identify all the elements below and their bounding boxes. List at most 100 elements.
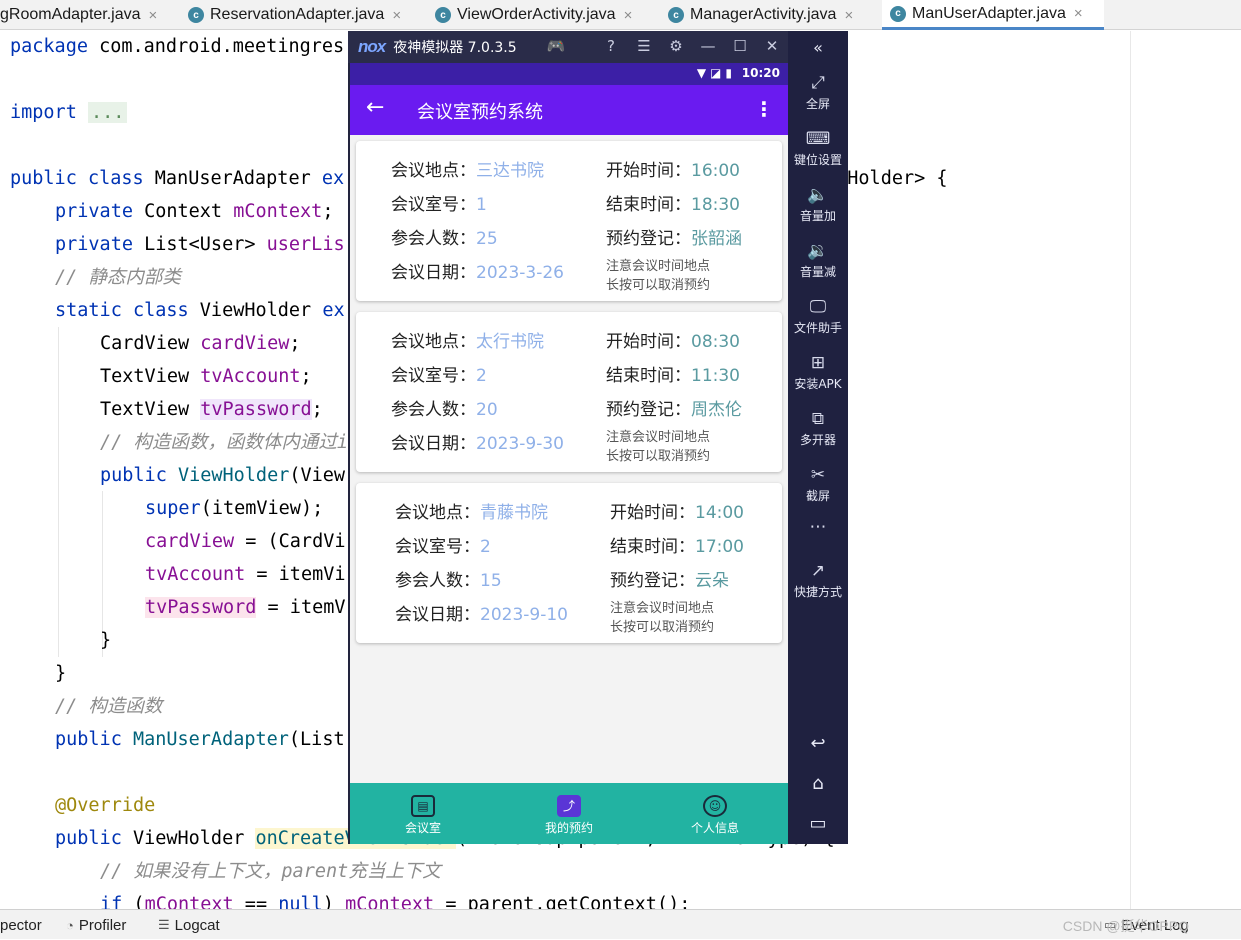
- close-icon[interactable]: ×: [844, 7, 853, 24]
- room-value: 2: [476, 366, 487, 386]
- sidebar-item-shortcut[interactable]: ↗ 快捷方式: [788, 561, 848, 600]
- code-line: import ...: [10, 97, 128, 129]
- java-class-icon: c: [435, 7, 451, 23]
- help-icon[interactable]: ?: [601, 37, 621, 55]
- minimize-icon[interactable]: —: [698, 37, 718, 55]
- sidebar-item-volume-up[interactable]: 🔈 音量加: [788, 185, 848, 224]
- card-note: 注意会议时间地点 长按可以取消预约: [606, 259, 711, 293]
- end-row: 结束时间：18:30: [606, 195, 740, 215]
- volume-up-icon: 🔈: [807, 185, 829, 205]
- collapse-toolbar-button[interactable]: «: [788, 38, 848, 57]
- phone-screen: ▼◪▮ 10:20 ← 会议室预约系统 ⋮ 会议地点：三达书院 会议室号：1 参…: [350, 63, 788, 844]
- android-back-button[interactable]: ↩: [788, 733, 848, 754]
- android-home-button[interactable]: ⌂: [788, 773, 848, 794]
- sidebar-item-volume-down[interactable]: 🔉 音量减: [788, 241, 848, 280]
- tool-window-bar: pector ◔ Profiler ☰ Logcat ▭ Event Log CSDN…: [0, 909, 1241, 939]
- code-line: public ManUserAdapter(List: [55, 729, 345, 750]
- code-line: super(itemView);: [145, 498, 324, 519]
- sidebar-item-fullscreen[interactable]: ⤢ 全屏: [788, 73, 848, 112]
- nav-item-profile[interactable]: ☺ 个人信息: [660, 783, 770, 844]
- sidebar-item-more[interactable]: ⋯: [788, 517, 848, 539]
- tab-vieworderactivity[interactable]: c ViewOrderActivity.java ×: [435, 0, 660, 30]
- location-value: 青藤书院: [480, 503, 548, 523]
- trend-chart-icon: ⤴: [557, 795, 581, 817]
- sidebar-item-install-apk[interactable]: ⊞ 安装APK: [788, 353, 848, 392]
- room-row: 会议室号：2: [391, 366, 487, 386]
- code-line: package com.android.meetingres: [10, 36, 345, 57]
- tab-label: ViewOrderActivity.java: [457, 6, 616, 23]
- close-icon[interactable]: ×: [392, 7, 401, 24]
- code-line: }: [55, 663, 67, 684]
- close-icon[interactable]: ×: [624, 7, 633, 24]
- reservation-card[interactable]: 会议地点：青藤书院 会议室号：2 参会人数：15 会议日期：2023-9-10 …: [356, 483, 782, 643]
- close-icon[interactable]: ×: [1074, 5, 1083, 22]
- close-icon[interactable]: ✕: [762, 37, 782, 55]
- emulator-title-bar[interactable]: nox 夜神模拟器 7.0.3.5 🎮 ? ☰ ⚙ — ☐ ✕: [348, 31, 788, 63]
- status-icons: ▼◪▮: [696, 66, 736, 80]
- tab-label: gRoomAdapter.java: [0, 6, 141, 23]
- code-line: tvPassword = itemV: [145, 597, 346, 618]
- android-status-bar: ▼◪▮ 10:20: [350, 63, 788, 85]
- sidebar-item-screenshot[interactable]: ✂ 截屏: [788, 465, 848, 504]
- menu-icon[interactable]: ☰: [634, 37, 654, 55]
- date-row: 会议日期：2023-9-10: [395, 605, 568, 625]
- android-recent-button[interactable]: ▭: [788, 813, 848, 834]
- tab-label: ManUserAdapter.java: [912, 4, 1066, 22]
- sidebar-item-multi-instance[interactable]: ⧉ 多开器: [788, 409, 848, 448]
- app-bar: ← 会议室预约系统 ⋮: [350, 85, 788, 135]
- profiler-icon: ◔: [66, 917, 74, 933]
- monitor-icon: 🖵: [809, 297, 827, 317]
- logcat-tool-button[interactable]: ☰ Logcat: [158, 910, 220, 940]
- start-value: 08:30: [691, 332, 740, 352]
- overflow-menu-icon[interactable]: ⋮: [754, 97, 774, 121]
- sidebar-item-file-helper[interactable]: 🖵 文件助手: [788, 297, 848, 336]
- back-arrow-icon[interactable]: ←: [366, 95, 384, 120]
- reservation-card[interactable]: 会议地点：太行书院 会议室号：2 参会人数：20 会议日期：2023-9-30 …: [356, 312, 782, 472]
- scissors-icon: ✂: [810, 465, 826, 485]
- nav-label: 会议室: [404, 821, 441, 835]
- code-line: private List<User> userLis: [55, 234, 345, 255]
- inspector-tool-button[interactable]: pector: [0, 910, 42, 940]
- start-row: 开始时间：08:30: [606, 332, 740, 352]
- tab-manageractivity[interactable]: c ManagerActivity.java ×: [668, 0, 878, 30]
- nav-label: 个人信息: [690, 821, 739, 835]
- date-value: 2023-9-30: [476, 434, 564, 454]
- start-value: 14:00: [695, 503, 744, 523]
- people-value: 25: [476, 229, 498, 249]
- date-row: 会议日期：2023-3-26: [391, 263, 564, 283]
- logcat-icon: ☰: [158, 917, 170, 932]
- nav-item-meeting-room[interactable]: ▤ 会议室: [368, 783, 478, 844]
- java-class-icon: c: [188, 7, 204, 23]
- end-value: 18:30: [691, 195, 740, 215]
- date-value: 2023-3-26: [476, 263, 564, 283]
- reservation-card[interactable]: 会议地点：三达书院 会议室号：1 参会人数：25 会议日期：2023-3-26 …: [356, 141, 782, 301]
- nav-item-my-reservations[interactable]: ⤴ 我的预约: [514, 783, 624, 844]
- code-line: TextView tvPassword;: [100, 399, 323, 420]
- settings-icon[interactable]: ⚙: [666, 37, 686, 55]
- tab-manuseradapter[interactable]: c ManUserAdapter.java ×: [882, 0, 1104, 30]
- end-value: 17:00: [695, 537, 744, 557]
- room-row: 会议室号：2: [395, 537, 491, 557]
- watermark: CSDN @挺华OPPQ: [1062, 918, 1189, 934]
- sidebar-item-keymap[interactable]: ⌨ 键位设置: [788, 129, 848, 168]
- code-comment: // 构造函数，函数体内通过it: [100, 432, 360, 453]
- back-icon: ↩: [810, 733, 826, 754]
- maximize-icon[interactable]: ☐: [730, 37, 750, 55]
- booker-value: 云朵: [695, 571, 729, 591]
- tab-reservationadapter[interactable]: c ReservationAdapter.java ×: [188, 0, 423, 30]
- keyboard-icon: ⌨: [805, 129, 831, 149]
- gamepad-icon[interactable]: 🎮: [546, 37, 566, 55]
- profiler-tool-button[interactable]: ◔ Profiler: [66, 910, 126, 940]
- close-icon[interactable]: ×: [149, 7, 158, 24]
- tab-groomadapter[interactable]: gRoomAdapter.java ×: [0, 0, 178, 30]
- people-row: 参会人数：15: [395, 571, 502, 591]
- fullscreen-icon: ⤢: [811, 73, 825, 93]
- code-line: public ViewHolder(View: [100, 465, 346, 486]
- more-icon: ⋯: [809, 517, 827, 537]
- emulator-title: 夜神模拟器 7.0.3.5: [393, 40, 517, 56]
- code-comment: // 如果没有上下文，parent充当上下文: [100, 861, 441, 882]
- nav-label: 我的预约: [544, 821, 593, 835]
- folded-imports[interactable]: ...: [87, 102, 128, 123]
- code-line: TextView tvAccount;: [100, 366, 312, 387]
- java-class-icon: c: [668, 7, 684, 23]
